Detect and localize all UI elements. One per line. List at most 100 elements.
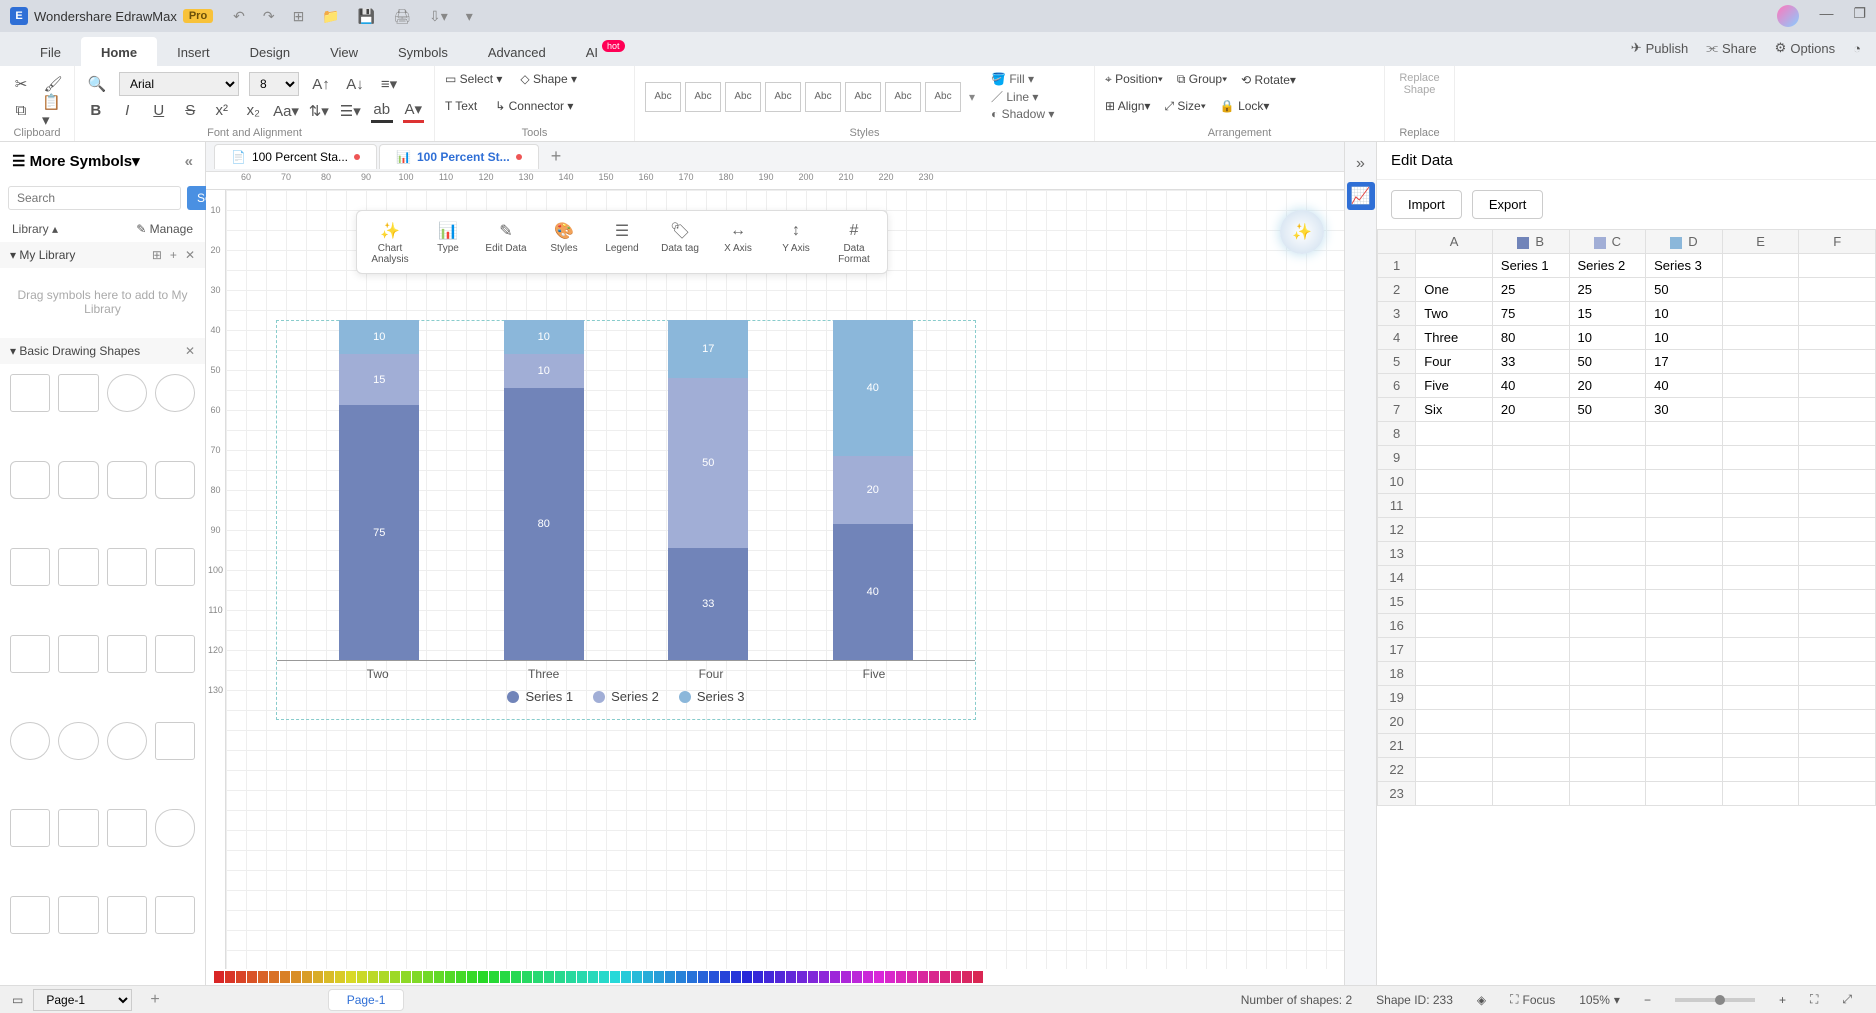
style-swatch[interactable]: Abc — [885, 82, 921, 112]
copy-icon[interactable]: ⧉ — [10, 99, 32, 123]
undo-icon[interactable]: ↶ — [233, 8, 245, 25]
palette-swatch[interactable] — [654, 971, 664, 983]
mylib-close-icon[interactable]: ✕ — [185, 248, 195, 262]
shape-item[interactable] — [155, 374, 195, 412]
palette-swatch[interactable] — [797, 971, 807, 983]
minimize-icon[interactable]: — — [1819, 5, 1833, 27]
data-cell[interactable]: 20 — [1492, 398, 1569, 422]
palette-swatch[interactable] — [764, 971, 774, 983]
library-dropdown[interactable]: Library ▴ — [12, 222, 58, 236]
palette-swatch[interactable] — [885, 971, 895, 983]
palette-swatch[interactable] — [599, 971, 609, 983]
data-grid[interactable]: ABCDEF1Series 1Series 2Series 32One25255… — [1377, 229, 1876, 985]
redo-icon[interactable]: ↷ — [263, 8, 275, 25]
page-select[interactable]: Page-1 — [33, 989, 132, 1011]
palette-swatch[interactable] — [412, 971, 422, 983]
font-size-select[interactable]: 8 — [249, 72, 299, 96]
palette-swatch[interactable] — [929, 971, 939, 983]
style-swatch[interactable]: Abc — [925, 82, 961, 112]
size-button[interactable]: ⤢ Size▾ — [1164, 99, 1205, 114]
shape-item[interactable] — [58, 548, 98, 586]
shape-item[interactable] — [155, 722, 195, 760]
palette-swatch[interactable] — [775, 971, 785, 983]
palette-swatch[interactable] — [302, 971, 312, 983]
shape-item[interactable] — [58, 809, 98, 847]
layers-icon[interactable]: ◈ — [1477, 993, 1486, 1007]
palette-swatch[interactable] — [676, 971, 686, 983]
fullscreen-icon[interactable]: ⤢ — [1842, 992, 1852, 1007]
data-cell[interactable]: 75 — [1492, 302, 1569, 326]
select-button[interactable]: ▭ Select ▾ — [445, 72, 502, 86]
palette-swatch[interactable] — [621, 971, 631, 983]
chart-tool-legend[interactable]: ☰Legend — [593, 217, 651, 267]
mylib-grid-icon[interactable]: ⊞ — [152, 248, 162, 262]
col-header[interactable]: D — [1646, 230, 1723, 254]
palette-swatch[interactable] — [819, 971, 829, 983]
palette-swatch[interactable] — [896, 971, 906, 983]
zoom-out-icon[interactable]: − — [1644, 993, 1651, 1007]
cut-icon[interactable]: ✂ — [10, 72, 32, 96]
rail-chart-icon[interactable]: 📈 — [1347, 182, 1375, 210]
bar-stack[interactable]: 751510 — [339, 320, 419, 660]
palette-swatch[interactable] — [863, 971, 873, 983]
replace-shape-button[interactable]: Replace Shape — [1395, 72, 1444, 96]
palette-swatch[interactable] — [533, 971, 543, 983]
position-button[interactable]: ⌖ Position▾ — [1105, 72, 1163, 87]
palette-swatch[interactable] — [610, 971, 620, 983]
symbol-search-input[interactable] — [8, 186, 181, 210]
menu-home[interactable]: Home — [81, 37, 157, 66]
col-header[interactable]: B — [1492, 230, 1569, 254]
chart-tool-edit-data[interactable]: ✎Edit Data — [477, 217, 535, 267]
publish-button[interactable]: ✈ Publish — [1631, 40, 1689, 56]
bullets-icon[interactable]: ☰▾ — [340, 99, 362, 123]
fit-icon[interactable]: ⛶ — [1810, 992, 1818, 1007]
bar-stack[interactable]: 402040 — [833, 320, 913, 660]
legend-item[interactable]: Series 2 — [593, 689, 659, 704]
menu-file[interactable]: File — [20, 37, 81, 66]
shape-item[interactable] — [58, 374, 98, 412]
palette-swatch[interactable] — [269, 971, 279, 983]
data-cell[interactable]: 25 — [1492, 278, 1569, 302]
zoom-level[interactable]: 105% ▾ — [1579, 993, 1620, 1007]
palette-swatch[interactable] — [467, 971, 477, 983]
ai-assistant-icon[interactable]: ✨ — [1280, 210, 1324, 254]
palette-swatch[interactable] — [830, 971, 840, 983]
data-cell[interactable]: One — [1416, 278, 1493, 302]
palette-swatch[interactable] — [665, 971, 675, 983]
palette-swatch[interactable] — [962, 971, 972, 983]
palette-swatch[interactable] — [874, 971, 884, 983]
legend-item[interactable]: Series 1 — [507, 689, 573, 704]
palette-swatch[interactable] — [346, 971, 356, 983]
shape-item[interactable] — [107, 809, 147, 847]
shape-item[interactable] — [107, 548, 147, 586]
data-cell[interactable]: Two — [1416, 302, 1493, 326]
shape-item[interactable] — [155, 635, 195, 673]
palette-swatch[interactable] — [357, 971, 367, 983]
qat-more-icon[interactable]: ▾ — [466, 8, 473, 25]
shape-item[interactable] — [10, 809, 50, 847]
shape-item[interactable] — [10, 896, 50, 934]
chart-tool-styles[interactable]: 🎨Styles — [535, 217, 593, 267]
series-header-cell[interactable]: Series 3 — [1646, 254, 1723, 278]
rail-expand-icon[interactable]: » — [1347, 150, 1375, 178]
data-cell[interactable]: 40 — [1492, 374, 1569, 398]
export-button[interactable]: Export — [1472, 190, 1544, 219]
col-header[interactable]: A — [1416, 230, 1493, 254]
palette-swatch[interactable] — [852, 971, 862, 983]
manage-button[interactable]: ✎ Manage — [136, 222, 193, 236]
bold-icon[interactable]: B — [85, 99, 107, 123]
fill-button[interactable]: 🪣 Fill ▾ — [991, 72, 1054, 86]
data-cell[interactable]: 50 — [1646, 278, 1723, 302]
shape-item[interactable] — [10, 722, 50, 760]
series-header-cell[interactable]: Series 1 — [1492, 254, 1569, 278]
avatar-icon[interactable] — [1777, 5, 1799, 27]
palette-swatch[interactable] — [478, 971, 488, 983]
palette-swatch[interactable] — [368, 971, 378, 983]
share-button[interactable]: ⫘ Share — [1706, 40, 1756, 56]
style-swatch[interactable]: Abc — [645, 82, 681, 112]
line-spacing-icon[interactable]: ⇅▾ — [308, 99, 330, 123]
palette-swatch[interactable] — [555, 971, 565, 983]
data-cell[interactable]: 33 — [1492, 350, 1569, 374]
style-gallery[interactable]: Abc Abc Abc Abc Abc Abc Abc Abc — [645, 82, 961, 112]
col-header[interactable]: F — [1799, 230, 1876, 254]
